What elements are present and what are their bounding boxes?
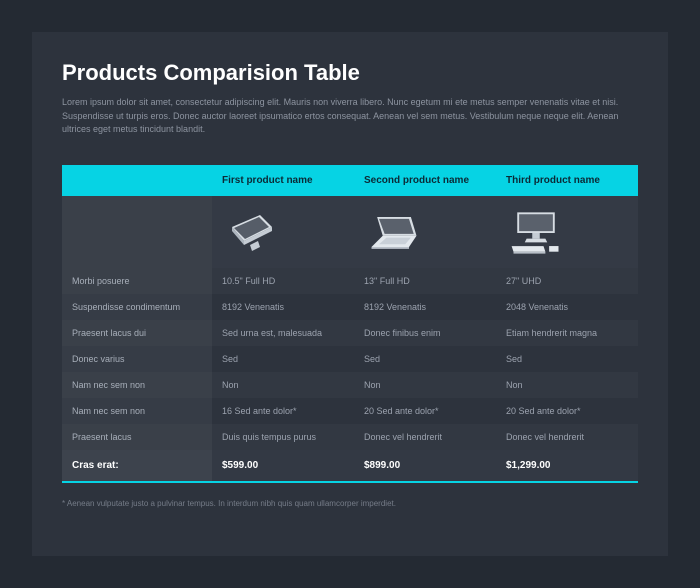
col-header-1: First product name xyxy=(212,165,354,196)
table-row: Donec varius Sed Sed Sed xyxy=(62,346,638,372)
table-row: Praesent lacus Duis quis tempus purus Do… xyxy=(62,424,638,450)
row-value: Non xyxy=(354,372,496,398)
table-row: Morbi posuere 10.5" Full HD 13" Full HD … xyxy=(62,268,638,294)
row-label: Praesent lacus dui xyxy=(62,320,212,346)
table-row: Nam nec sem non 16 Sed ante dolor* 20 Se… xyxy=(62,398,638,424)
row-value: Donec vel hendrerit xyxy=(496,424,638,450)
product-icon-row xyxy=(62,196,638,268)
table-row: Suspendisse condimentum 8192 Venenatis 8… xyxy=(62,294,638,320)
comparison-table: First product name Second product name T… xyxy=(62,165,638,483)
product-3-icon-cell xyxy=(496,196,638,268)
intro-text: Lorem ipsum dolor sit amet, consectetur … xyxy=(62,96,638,137)
row-value: Non xyxy=(496,372,638,398)
total-value: $599.00 xyxy=(212,450,354,482)
row-label: Donec varius xyxy=(62,346,212,372)
col-header-3: Third product name xyxy=(496,165,638,196)
total-label: Cras erat: xyxy=(62,450,212,482)
table-row: Nam nec sem non Non Non Non xyxy=(62,372,638,398)
row-value: 16 Sed ante dolor* xyxy=(212,398,354,424)
table-row: Praesent lacus dui Sed urna est, malesua… xyxy=(62,320,638,346)
tablet-icon xyxy=(222,208,282,256)
row-value: 2048 Venenatis xyxy=(496,294,638,320)
table-header-row: First product name Second product name T… xyxy=(62,165,638,196)
col-header-2: Second product name xyxy=(354,165,496,196)
total-row: Cras erat: $599.00 $899.00 $1,299.00 xyxy=(62,450,638,482)
row-label: Nam nec sem non xyxy=(62,372,212,398)
icon-row-spacer xyxy=(62,196,212,268)
row-label: Nam nec sem non xyxy=(62,398,212,424)
row-value: Sed xyxy=(212,346,354,372)
row-value: Donec vel hendrerit xyxy=(354,424,496,450)
row-value: 13" Full HD xyxy=(354,268,496,294)
desktop-icon xyxy=(506,208,566,256)
row-value: Sed xyxy=(354,346,496,372)
row-value: 20 Sed ante dolor* xyxy=(354,398,496,424)
row-value: Non xyxy=(212,372,354,398)
row-value: 20 Sed ante dolor* xyxy=(496,398,638,424)
product-2-icon-cell xyxy=(354,196,496,268)
row-label: Praesent lacus xyxy=(62,424,212,450)
row-value: 10.5" Full HD xyxy=(212,268,354,294)
footnote: * Aenean vulputate justo a pulvinar temp… xyxy=(62,499,638,508)
row-value: Donec finibus enim xyxy=(354,320,496,346)
total-value: $1,299.00 xyxy=(496,450,638,482)
row-value: 8192 Venenatis xyxy=(212,294,354,320)
row-label: Morbi posuere xyxy=(62,268,212,294)
header-corner xyxy=(62,165,212,196)
product-1-icon-cell xyxy=(212,196,354,268)
comparison-panel: Products Comparision Table Lorem ipsum d… xyxy=(32,32,668,556)
row-value: Sed xyxy=(496,346,638,372)
row-value: Etiam hendrerit magna xyxy=(496,320,638,346)
laptop-icon xyxy=(364,208,424,256)
row-label: Suspendisse condimentum xyxy=(62,294,212,320)
total-value: $899.00 xyxy=(354,450,496,482)
row-value: Sed urna est, malesuada xyxy=(212,320,354,346)
row-value: Duis quis tempus purus xyxy=(212,424,354,450)
page-title: Products Comparision Table xyxy=(62,60,638,86)
row-value: 27" UHD xyxy=(496,268,638,294)
row-value: 8192 Venenatis xyxy=(354,294,496,320)
